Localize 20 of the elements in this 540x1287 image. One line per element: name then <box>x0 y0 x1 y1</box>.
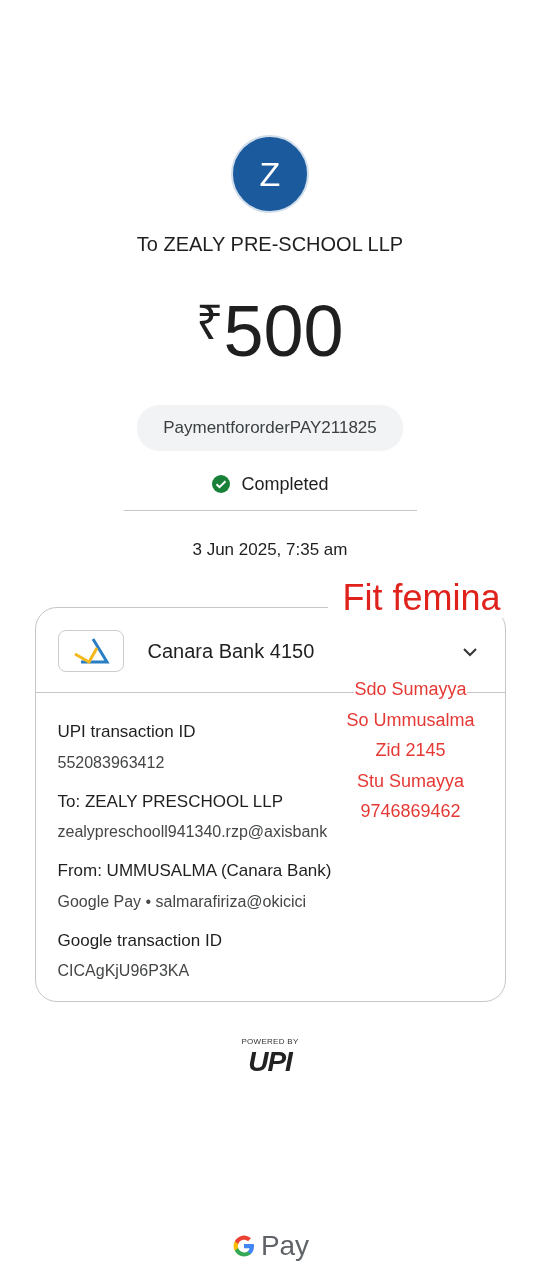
detail-value: CICAgKjU96P3KA <box>57 961 190 981</box>
bank-account: Canara Bank 4150 <box>147 639 316 664</box>
detail-label: Google transaction ID <box>57 929 222 952</box>
detail-label: From: UMMUSALMA (Canara Bank) <box>57 860 332 882</box>
detail-value: Google Pay • salmarafiriza@okicici <box>57 891 307 912</box>
brand-text: Pay <box>260 1229 310 1263</box>
upi-logo: UPI <box>248 1048 292 1076</box>
detail-label: UPI transaction ID <box>57 721 196 743</box>
detail-label: To: ZEALY PRESCHOOL LLP <box>57 790 283 813</box>
detail-value: 552083963412 <box>57 752 165 773</box>
avatar: Z <box>231 135 309 213</box>
payee-name: To ZEALY PRE-SCHOOL LLP <box>136 232 404 257</box>
bank-logo <box>57 630 124 672</box>
currency-symbol: ₹ <box>196 299 224 347</box>
amount: 500 <box>223 295 344 367</box>
detail-value: zealypreschooll941340.rzp@axisbank <box>57 822 328 842</box>
payment-note: PaymentfororderPAY211825 <box>137 405 403 451</box>
powered-by-text: POWERED BY <box>241 1036 299 1048</box>
status-text: Completed <box>241 472 329 496</box>
transaction-date: 3 Jun 2025, 7:35 am <box>192 538 348 561</box>
